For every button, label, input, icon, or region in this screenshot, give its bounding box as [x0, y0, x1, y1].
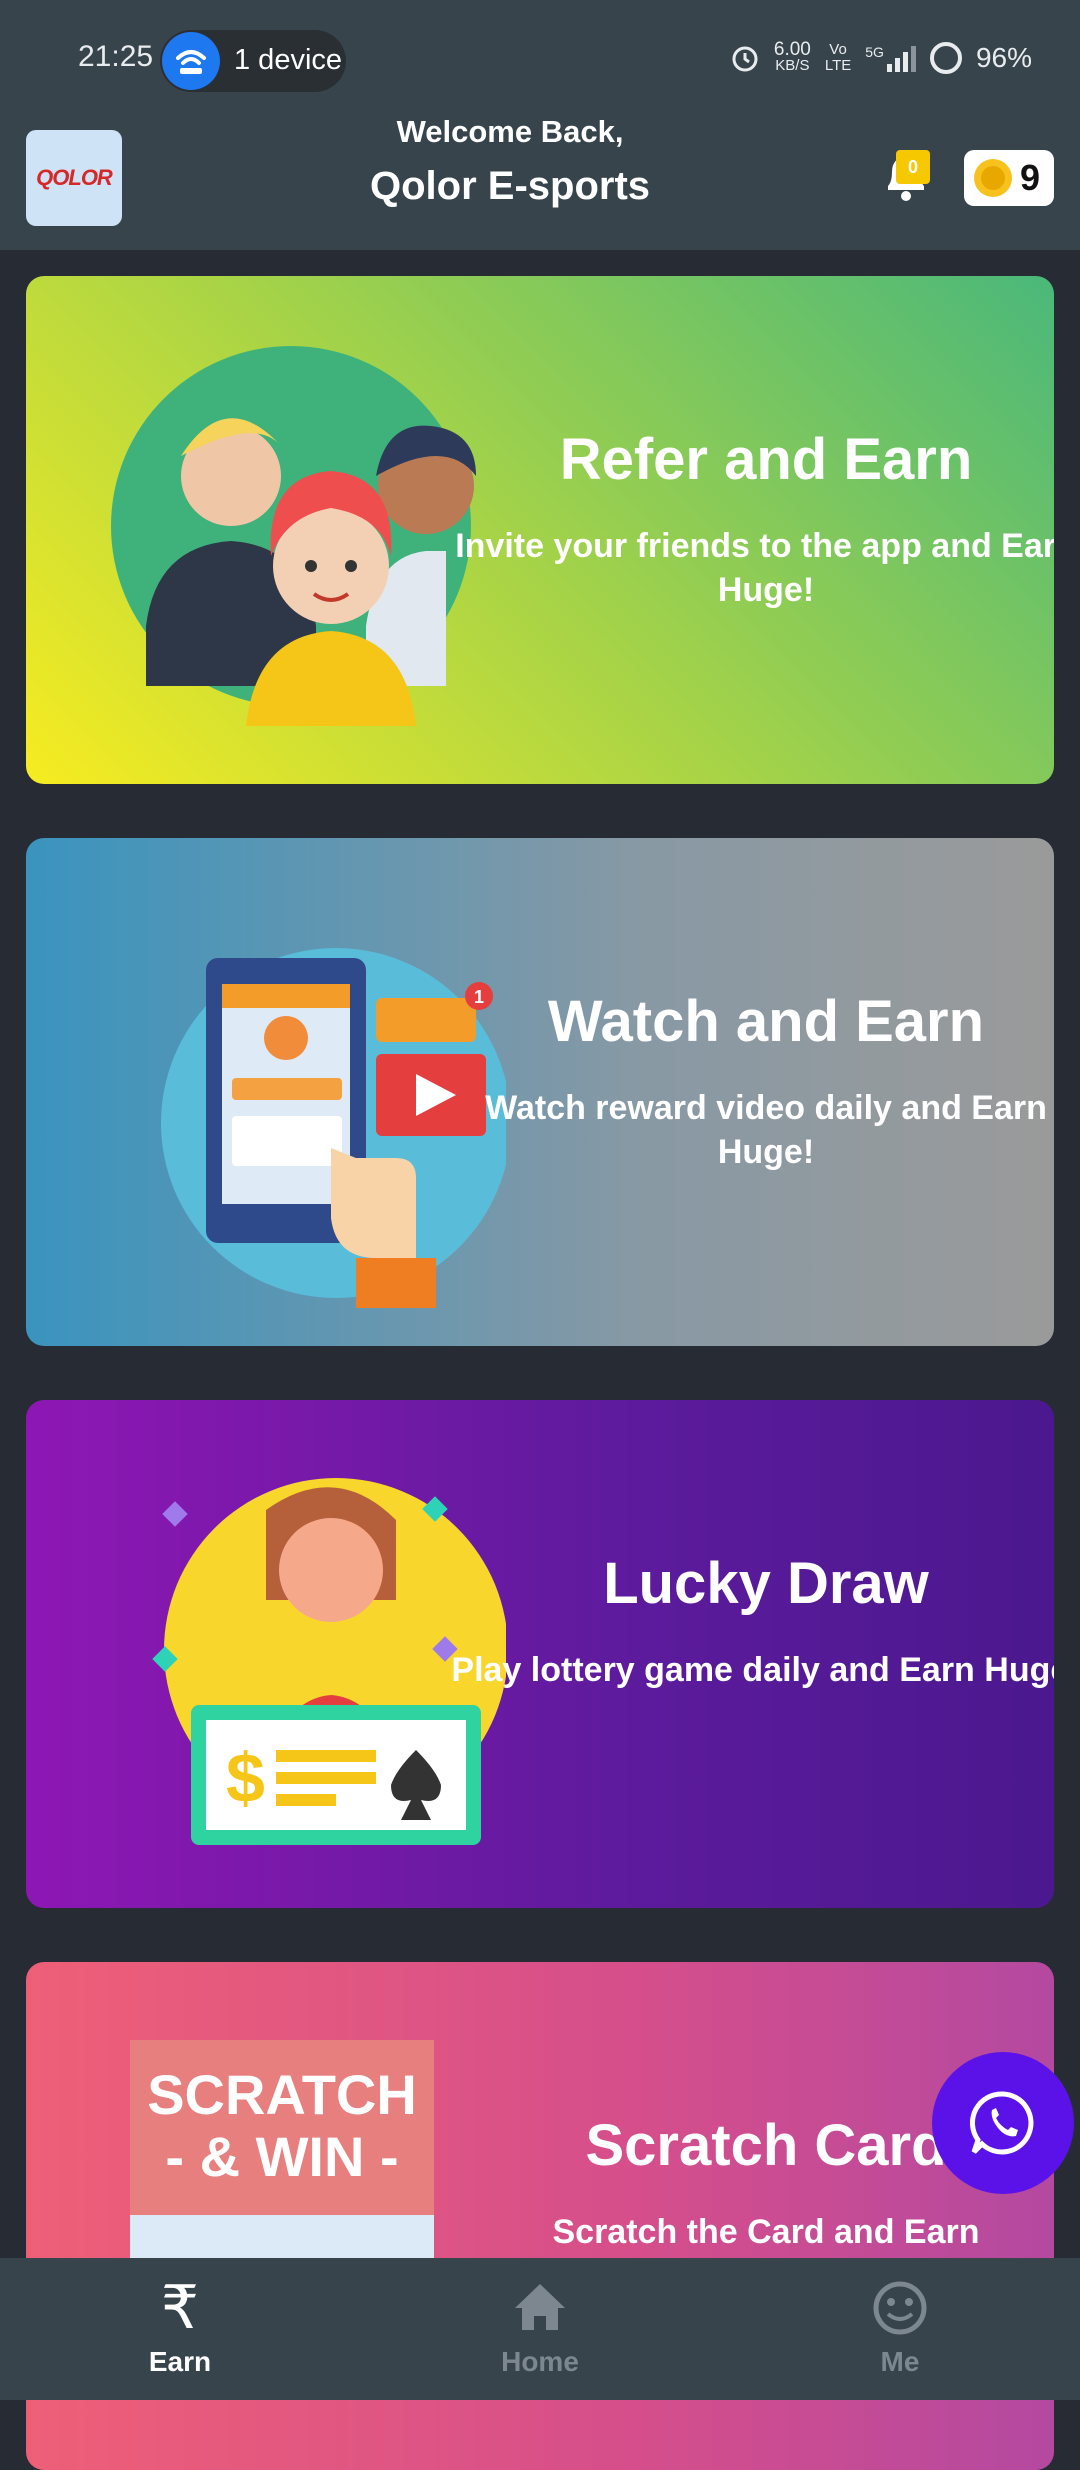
card-title: Refer and Earn: [559, 427, 973, 492]
refer-and-earn-card[interactable]: Refer and Earn Invite your friends to th…: [26, 276, 1054, 784]
battery-percent: 96%: [975, 42, 1032, 73]
card-description: Scratch the Card and Earn: [552, 2213, 980, 2251]
refer-friends-illustration: [111, 346, 476, 726]
coin-icon: [974, 159, 1012, 197]
status-bar: 21:25 1 device 6.00 KB/S Vo LTE 5G 96%: [0, 0, 1080, 124]
watch-and-earn-card[interactable]: 1 Watch and Earn Watch reward video dail…: [26, 838, 1054, 1346]
scratch-win-illustration: SCRATCH - & WIN -: [130, 2040, 434, 2290]
alarm-icon: [732, 46, 758, 72]
nav-label: Earn: [148, 2346, 212, 2377]
watch-video-illustration: 1: [161, 948, 506, 1308]
username: Qolor E-sports: [369, 164, 651, 208]
card-description: Watch reward video daily and Earn Huge!: [485, 1089, 1047, 1171]
hotspot-pill[interactable]: 1 device: [160, 30, 346, 92]
hotspot-icon: [162, 32, 220, 90]
smiley-icon: [873, 2281, 927, 2335]
svg-text:$: $: [226, 1739, 265, 1817]
network-speed: 6.00 KB/S: [773, 39, 811, 74]
card-description: Invite your friends to the app and Earn …: [455, 527, 1054, 609]
lottery-illustration: $: [152, 1478, 506, 1845]
whatsapp-icon: [969, 2091, 1034, 2155]
hotspot-label: 1 device: [234, 44, 343, 76]
battery-icon: [929, 42, 962, 74]
lucky-draw-card[interactable]: $ Lucky Draw Play lottery game daily and…: [26, 1400, 1054, 1908]
status-time: 21:25: [78, 40, 154, 73]
coin-balance[interactable]: 9: [964, 150, 1054, 206]
welcome-text: Welcome Back,: [396, 114, 624, 149]
coin-count: 9: [1020, 157, 1041, 198]
home-icon: [515, 2284, 565, 2330]
whatsapp-button[interactable]: [932, 2052, 1074, 2194]
scratch-image-text: - & WIN -: [165, 2125, 399, 2188]
card-description: Play lottery game daily and Earn Huge!: [451, 1651, 1054, 1689]
rupee-icon: ₹: [161, 2276, 199, 2336]
volte-indicator: Vo LTE: [824, 41, 852, 74]
scratch-image-text: SCRATCH: [147, 2063, 417, 2126]
notification-badge: 0: [896, 150, 930, 184]
card-title: Watch and Earn: [547, 989, 985, 1054]
app-header: QOLOR Welcome Back, Qolor E-sports 0 9: [0, 114, 1080, 250]
svg-text:₹: ₹: [161, 2276, 199, 2336]
card-title: Lucky Draw: [603, 1551, 929, 1616]
nav-label: Me: [880, 2346, 920, 2377]
nav-home[interactable]: Home: [360, 2258, 720, 2400]
nav-label: Home: [501, 2346, 579, 2377]
status-icons: 6.00 KB/S Vo LTE 5G 96%: [730, 39, 1032, 74]
nav-me[interactable]: Me: [720, 2258, 1080, 2400]
signal-icon: 5G: [865, 44, 916, 72]
bottom-nav: ₹ Earn Home Me: [0, 2258, 1080, 2400]
nav-earn[interactable]: ₹ Earn: [0, 2258, 360, 2400]
